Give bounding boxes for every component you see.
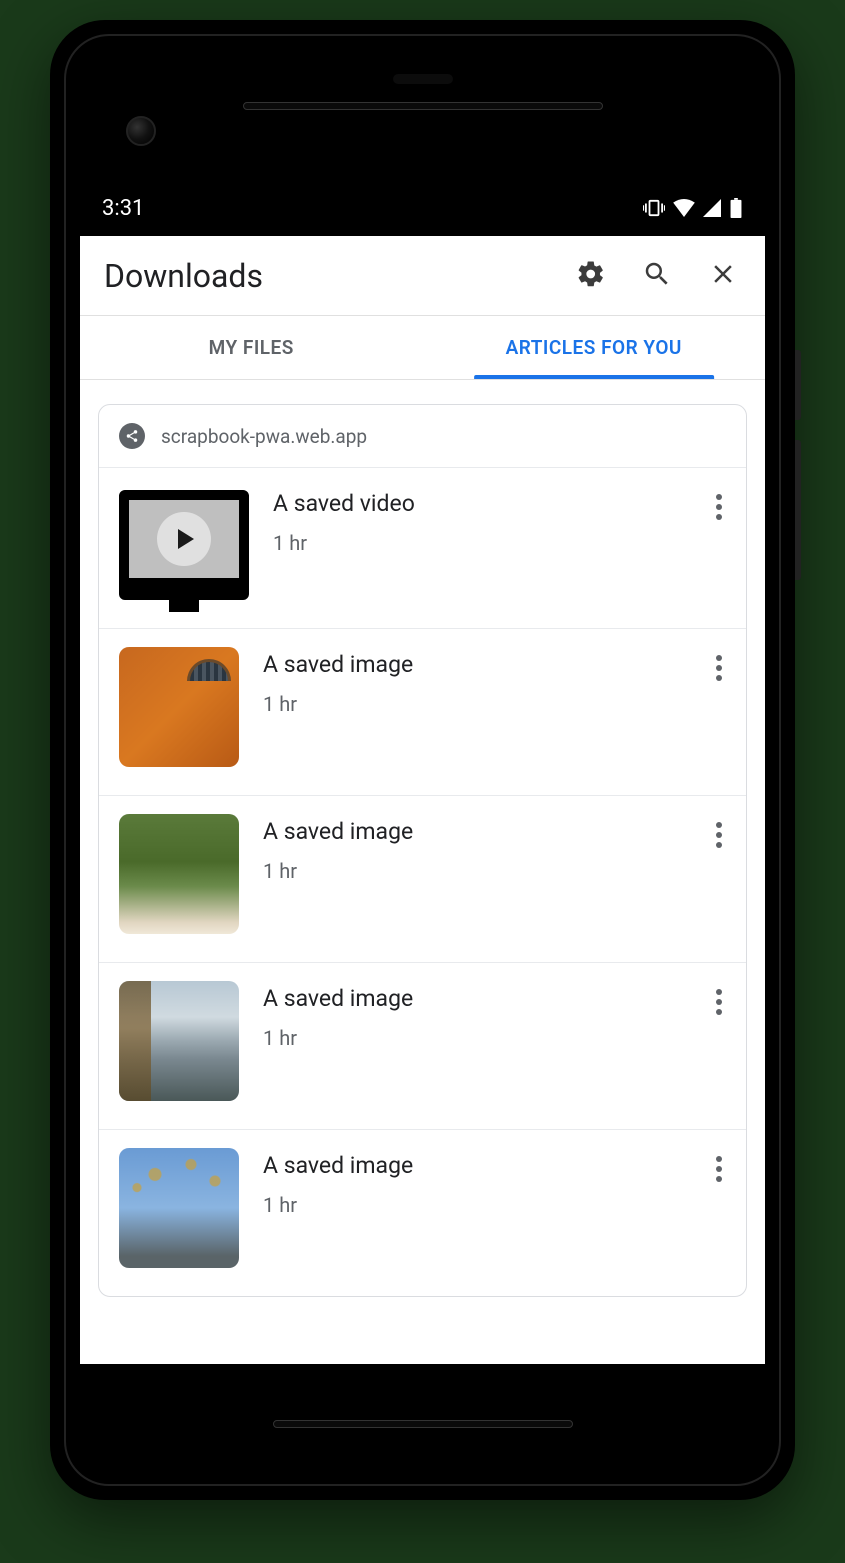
- more-vert-icon: [716, 1156, 722, 1182]
- item-time: 1 hr: [263, 1193, 688, 1217]
- item-time: 1 hr: [263, 859, 688, 883]
- item-title: A saved image: [263, 818, 688, 845]
- speaker-top: [243, 102, 603, 110]
- image-thumbnail: [119, 981, 239, 1101]
- source-label: scrapbook-pwa.web.app: [161, 425, 367, 448]
- search-icon: [642, 259, 672, 293]
- more-vert-icon: [716, 822, 722, 848]
- settings-button[interactable]: [573, 258, 609, 294]
- video-thumbnail: [119, 490, 249, 600]
- list-item[interactable]: A saved image 1 hr: [99, 1129, 746, 1296]
- tabs: MY FILES ARTICLES FOR YOU: [80, 316, 765, 380]
- tab-articles-for-you[interactable]: ARTICLES FOR YOU: [423, 316, 766, 379]
- card-header: scrapbook-pwa.web.app: [99, 405, 746, 467]
- status-bar: 3:31: [66, 186, 779, 230]
- notch: [393, 74, 453, 84]
- close-icon: [708, 259, 738, 293]
- source-card: scrapbook-pwa.web.app A saved video 1 hr: [98, 404, 747, 1297]
- app-screen: Downloads: [80, 236, 765, 1364]
- search-button[interactable]: [639, 258, 675, 294]
- tab-my-files[interactable]: MY FILES: [80, 316, 423, 379]
- more-vert-icon: [716, 989, 722, 1015]
- close-button[interactable]: [705, 258, 741, 294]
- tab-label: MY FILES: [209, 336, 294, 359]
- front-camera: [126, 116, 156, 146]
- phone-device-frame: 3:31 Downloads: [50, 20, 795, 1500]
- image-thumbnail: [119, 1148, 239, 1268]
- volume-button: [795, 440, 801, 580]
- wifi-icon: [673, 199, 695, 217]
- item-menu-button[interactable]: [712, 814, 726, 856]
- status-time: 3:31: [102, 196, 144, 221]
- item-time: 1 hr: [263, 692, 688, 716]
- list-item[interactable]: A saved image 1 hr: [99, 628, 746, 795]
- battery-icon: [729, 198, 743, 218]
- item-menu-button[interactable]: [712, 647, 726, 689]
- power-button: [795, 350, 801, 420]
- item-menu-button[interactable]: [712, 1148, 726, 1190]
- item-time: 1 hr: [263, 1026, 688, 1050]
- item-title: A saved image: [263, 985, 688, 1012]
- page-title: Downloads: [104, 257, 573, 295]
- list-item[interactable]: A saved video 1 hr: [99, 467, 746, 628]
- list-item[interactable]: A saved image 1 hr: [99, 795, 746, 962]
- content-area: scrapbook-pwa.web.app A saved video 1 hr: [80, 380, 765, 1364]
- app-header: Downloads: [80, 236, 765, 316]
- more-vert-icon: [716, 655, 722, 681]
- vibrate-icon: [643, 199, 665, 217]
- cellular-icon: [703, 199, 721, 217]
- share-icon: [119, 423, 145, 449]
- image-thumbnail: [119, 647, 239, 767]
- speaker-bottom: [273, 1420, 573, 1428]
- item-time: 1 hr: [273, 531, 688, 555]
- play-icon: [157, 512, 211, 566]
- tab-label: ARTICLES FOR YOU: [506, 336, 682, 359]
- item-title: A saved video: [273, 490, 688, 517]
- more-vert-icon: [716, 494, 722, 520]
- gear-icon: [576, 259, 606, 293]
- item-title: A saved image: [263, 1152, 688, 1179]
- item-menu-button[interactable]: [712, 981, 726, 1023]
- list-item[interactable]: A saved image 1 hr: [99, 962, 746, 1129]
- item-title: A saved image: [263, 651, 688, 678]
- image-thumbnail: [119, 814, 239, 934]
- item-menu-button[interactable]: [712, 486, 726, 528]
